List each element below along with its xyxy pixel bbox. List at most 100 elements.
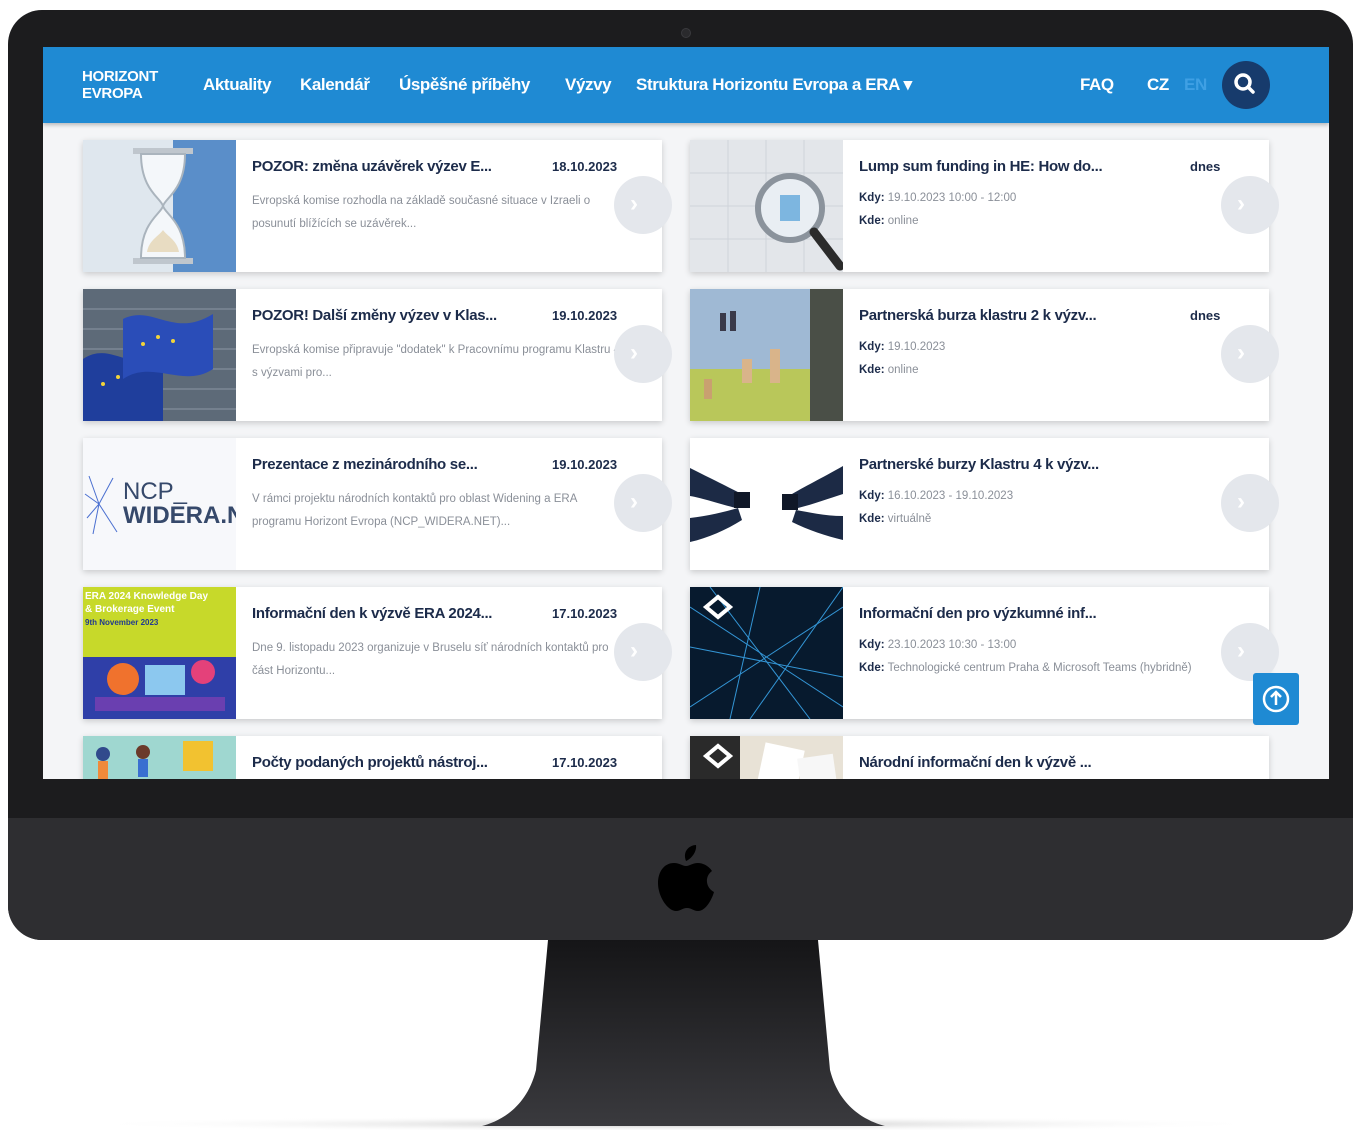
puzzle-hands-image xyxy=(690,438,843,570)
news-excerpt: Dne 9. listopadu 2023 organizuje v Bruse… xyxy=(252,642,609,677)
news-title[interactable]: Informační den k výzvě ERA 2024... xyxy=(252,605,492,622)
event-title[interactable]: Lump sum funding in HE: How do... xyxy=(859,158,1103,175)
news-card[interactable]: POZOR! Další změny výzev v Klas... 19.10… xyxy=(83,289,672,421)
event-title[interactable]: Partnerská burza klastru 2 k výzv... xyxy=(859,307,1097,324)
chevron-right-icon: › xyxy=(630,339,638,366)
chevron-right-button[interactable]: › xyxy=(614,474,672,532)
nav-faq[interactable]: FAQ xyxy=(1080,75,1114,95)
nav-kalendar[interactable]: Kalendář xyxy=(300,75,370,95)
event-date: dnes xyxy=(1190,308,1221,323)
where-label: Kde: xyxy=(859,662,885,674)
event-title[interactable]: Informační den pro výzkumné inf... xyxy=(859,605,1097,622)
documents-image xyxy=(690,736,843,779)
when-value: 23.10.2023 10:30 - 13:00 xyxy=(887,639,1017,651)
news-excerpt: Evropská komise připravuje "dodatek" k P… xyxy=(252,344,621,379)
event-where: Kde: online xyxy=(859,364,918,376)
event-when: Kdy: 16.10.2023 - 19.10.2023 xyxy=(859,490,1013,502)
arrow-up-circle-icon xyxy=(1262,685,1290,713)
news-date: 17.10.2023 xyxy=(552,755,618,770)
brand-line2: EVROPA xyxy=(82,85,143,102)
puzzle-magnifier-image xyxy=(690,140,843,272)
chevron-right-icon: › xyxy=(1237,339,1245,366)
news-card[interactable]: Počty podaných projektů nástroj... 17.10… xyxy=(83,736,662,779)
when-label: Kdy: xyxy=(859,490,885,502)
news-date: 17.10.2023 xyxy=(552,606,618,621)
event-where: Kde: Technologické centrum Praha & Micro… xyxy=(859,662,1192,674)
eu-flags-image xyxy=(83,289,236,421)
event-card[interactable]: Partnerská burza klastru 2 k výzv... dne… xyxy=(690,289,1279,421)
chevron-right-icon: › xyxy=(1237,190,1245,217)
brand-line1: HORIZONT xyxy=(82,68,158,85)
news-card[interactable]: ERA 2024 Knowledge Day & Brokerage Event… xyxy=(83,587,672,719)
where-value: online xyxy=(887,215,919,227)
event-when: Kdy: 19.10.2023 10:00 - 12:00 xyxy=(859,192,1016,204)
browser-screen: HORIZONT EVROPA Aktuality Kalendář Úspěš… xyxy=(43,47,1329,779)
chevron-right-icon: › xyxy=(630,488,638,515)
projects-illustration xyxy=(83,736,236,779)
news-excerpt: Evropská komise rozhodla na základě souč… xyxy=(252,195,591,230)
era-info-day-image: ERA 2024 Knowledge Day & Brokerage Event… xyxy=(83,587,236,719)
search-button[interactable] xyxy=(1222,61,1270,109)
chevron-right-button[interactable]: › xyxy=(1221,176,1279,234)
nav-aktuality[interactable]: Aktuality xyxy=(203,75,272,95)
ncp-widera-logo: NCP_ WIDERA.N xyxy=(83,438,236,570)
event-card[interactable]: Lump sum funding in HE: How do... dnes K… xyxy=(690,140,1279,272)
event-where: Kde: online xyxy=(859,215,918,227)
news-date: 18.10.2023 xyxy=(552,159,618,174)
news-date: 19.10.2023 xyxy=(552,457,618,472)
site-logo[interactable]: HORIZONT EVROPA xyxy=(82,68,158,102)
news-title[interactable]: Prezentace z mezinárodního se... xyxy=(252,456,478,473)
camera xyxy=(681,28,691,38)
news-card[interactable]: POZOR: změna uzávěrek výzev E... 18.10.2… xyxy=(83,140,672,272)
event-where: Kde: virtuálně xyxy=(859,513,931,525)
scroll-to-top-button[interactable] xyxy=(1253,673,1299,725)
where-label: Kde: xyxy=(859,364,885,376)
chevron-right-button[interactable]: › xyxy=(614,325,672,383)
nav-uspesne-pribehy[interactable]: Úspěšné příběhy xyxy=(399,75,530,95)
when-value: 19.10.2023 10:00 - 12:00 xyxy=(887,192,1017,204)
chevron-right-icon: › xyxy=(630,190,638,217)
chess-brokerage-image xyxy=(690,289,843,421)
event-card[interactable]: Národní informační den k výzvě ... xyxy=(690,736,1269,779)
when-label: Kdy: xyxy=(859,192,885,204)
chevron-right-button[interactable]: › xyxy=(614,623,672,681)
chevron-right-icon: › xyxy=(1237,637,1245,664)
when-value: 16.10.2023 - 19.10.2023 xyxy=(887,490,1014,502)
news-excerpt: V rámci projektu národních kontaktů pro … xyxy=(252,493,577,528)
chevron-right-button[interactable]: › xyxy=(1221,325,1279,383)
hourglass-image xyxy=(83,140,236,272)
monitor-stand xyxy=(76,940,1276,1130)
widera-text: WIDERA.N xyxy=(123,502,236,529)
news-title[interactable]: Počty podaných projektů nástroj... xyxy=(252,754,488,771)
ncp-text: NCP_ xyxy=(123,478,188,505)
top-navbar: HORIZONT EVROPA Aktuality Kalendář Úspěš… xyxy=(43,47,1329,123)
event-when: Kdy: 19.10.2023 xyxy=(859,341,945,353)
when-label: Kdy: xyxy=(859,341,885,353)
event-title[interactable]: Národní informační den k výzvě ... xyxy=(859,754,1092,771)
event-card[interactable]: Partnerské burzy Klastru 4 k výzv... Kdy… xyxy=(690,438,1279,570)
event-card[interactable]: Informační den pro výzkumné inf... Kdy: … xyxy=(690,587,1279,719)
event-title[interactable]: Partnerské burzy Klastru 4 k výzv... xyxy=(859,456,1099,473)
apple-logo-icon xyxy=(658,845,714,911)
chevron-right-icon: › xyxy=(1237,488,1245,515)
when-value: 19.10.2023 xyxy=(887,341,946,353)
event-date: dnes xyxy=(1190,159,1221,174)
news-title[interactable]: POZOR: změna uzávěrek výzev E... xyxy=(252,158,492,175)
network-image xyxy=(690,587,843,719)
lang-cz[interactable]: CZ xyxy=(1147,75,1169,95)
where-value: Technologické centrum Praha & Microsoft … xyxy=(887,662,1192,674)
where-label: Kde: xyxy=(859,215,885,227)
nav-vyzvy[interactable]: Výzvy xyxy=(565,75,612,95)
where-label: Kde: xyxy=(859,513,885,525)
chevron-right-button[interactable]: › xyxy=(614,176,672,234)
news-date: 19.10.2023 xyxy=(552,308,618,323)
chevron-right-button[interactable]: › xyxy=(1221,474,1279,532)
lang-en[interactable]: EN xyxy=(1184,75,1207,95)
content-grid: POZOR: změna uzávěrek výzev E... 18.10.2… xyxy=(43,47,1329,779)
chevron-right-icon: › xyxy=(630,637,638,664)
event-when: Kdy: 23.10.2023 10:30 - 13:00 xyxy=(859,639,1016,651)
news-card[interactable]: NCP_ WIDERA.N Prezentace z mezinárodního… xyxy=(83,438,672,570)
where-value: online xyxy=(887,364,919,376)
news-title[interactable]: POZOR! Další změny výzev v Klas... xyxy=(252,307,497,324)
nav-struktura-dropdown[interactable]: Struktura Horizontu Evropa a ERA ▾ xyxy=(636,75,912,95)
